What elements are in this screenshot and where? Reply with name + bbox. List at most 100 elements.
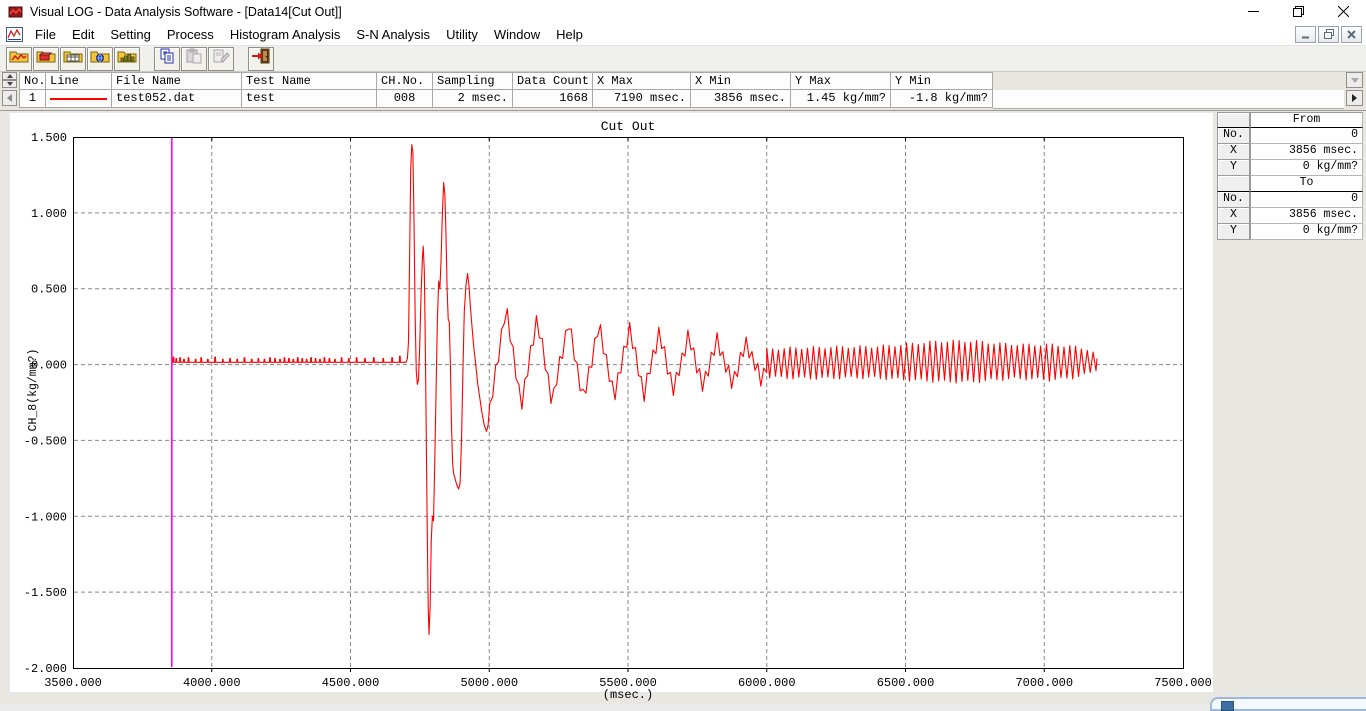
application-window: { "window": { "title": "Visual LOG - Dat… bbox=[0, 0, 1366, 704]
panel-empty-cell bbox=[1217, 176, 1250, 192]
mdi-close-button[interactable] bbox=[1341, 26, 1362, 43]
app-icon bbox=[8, 5, 24, 19]
panel-row: No.0 bbox=[1217, 192, 1363, 208]
cell-no: 1 bbox=[19, 90, 46, 108]
edit-icon bbox=[212, 48, 230, 69]
menu-item-window[interactable]: Window bbox=[486, 23, 548, 45]
panel-row: Y0 kg/mm? bbox=[1217, 160, 1363, 176]
caption-controls bbox=[1231, 0, 1366, 23]
cell-data-count: 1668 bbox=[513, 90, 593, 108]
background-window-icon bbox=[1221, 701, 1234, 711]
copy-button[interactable] bbox=[154, 47, 180, 71]
mdi-restore-button[interactable] bbox=[1318, 26, 1339, 43]
background-window-edge[interactable] bbox=[1210, 697, 1366, 711]
folder-globe-icon bbox=[90, 48, 110, 69]
panel-label-no: No. bbox=[1217, 128, 1250, 144]
x-axis-label: (msec.) bbox=[603, 688, 653, 702]
menu-item-histogram-analysis[interactable]: Histogram Analysis bbox=[222, 23, 349, 45]
panel-label-x: X bbox=[1217, 208, 1250, 224]
cut-out-chart[interactable]: Cut Out 3500.0004000.0004500.0005000.000… bbox=[0, 112, 1213, 704]
panel-label-no: No. bbox=[1217, 192, 1250, 208]
x-tick-label: 7000.000 bbox=[1015, 676, 1073, 690]
folder-box-icon bbox=[36, 48, 56, 69]
menu-item-file[interactable]: File bbox=[27, 23, 64, 45]
cell-sampling: 2 msec. bbox=[433, 90, 513, 108]
menu-item-edit[interactable]: Edit bbox=[64, 23, 102, 45]
table-row-extension bbox=[993, 90, 1344, 109]
column-header-no-: No. bbox=[19, 72, 46, 90]
panel-row: Y0 kg/mm? bbox=[1217, 224, 1363, 240]
exit-button[interactable] bbox=[248, 47, 274, 71]
y-tick-label: -2.000 bbox=[24, 662, 67, 676]
panel-value-to-x[interactable]: 3856 msec. bbox=[1250, 208, 1363, 224]
column-header-line: Line bbox=[46, 72, 112, 90]
menu-item-utility[interactable]: Utility bbox=[438, 23, 486, 45]
cursor-range-panel: FromNo.0X3856 msec.Y0 kg/mm?ToNo.0X3856 … bbox=[1217, 112, 1363, 240]
open-globe-button[interactable] bbox=[87, 47, 113, 71]
y-tick-label: -1.000 bbox=[24, 510, 67, 524]
restore-button[interactable] bbox=[1276, 0, 1321, 23]
panel-label-y: Y bbox=[1217, 160, 1250, 176]
x-tick-label: 3500.000 bbox=[44, 676, 102, 690]
column-header-x-min: X Min bbox=[691, 72, 791, 90]
x-tick-label: 4500.000 bbox=[322, 676, 380, 690]
column-header-ch-no-: CH.No. bbox=[377, 72, 433, 90]
chart-title: Cut Out bbox=[601, 119, 656, 134]
panel-row: X3856 msec. bbox=[1217, 144, 1363, 160]
window-title: Visual LOG - Data Analysis Software - [D… bbox=[30, 5, 342, 19]
scroll-down-button[interactable] bbox=[1346, 72, 1363, 88]
cell-x-max: 7190 msec. bbox=[593, 90, 691, 108]
scroll-left-button[interactable] bbox=[2, 90, 17, 106]
menu-item-help[interactable]: Help bbox=[548, 23, 591, 45]
panel-value-to-y[interactable]: 0 kg/mm? bbox=[1250, 224, 1363, 240]
panel-header-from: From bbox=[1250, 112, 1363, 128]
panel-value-from-no[interactable]: 0 bbox=[1250, 128, 1363, 144]
y-tick-label: -0.500 bbox=[24, 434, 67, 448]
table-row[interactable]: 1 test052.dattest0082 msec.16687190 msec.… bbox=[19, 90, 993, 108]
x-tick-label: 7500.000 bbox=[1154, 676, 1212, 690]
copy-icon bbox=[158, 48, 176, 69]
exit-door-icon bbox=[251, 48, 271, 69]
menu-item-process[interactable]: Process bbox=[159, 23, 222, 45]
column-header-test-name: Test Name bbox=[242, 72, 377, 90]
open-histogram-button[interactable] bbox=[114, 47, 140, 71]
open-box-button[interactable] bbox=[33, 47, 59, 71]
edit-button[interactable] bbox=[208, 47, 234, 71]
menu-item-setting[interactable]: Setting bbox=[102, 23, 158, 45]
panel-value-from-y[interactable]: 0 kg/mm? bbox=[1250, 160, 1363, 176]
y-tick-label: 1.000 bbox=[31, 207, 67, 221]
panel-label-x: X bbox=[1217, 144, 1250, 160]
column-header-x-max: X Max bbox=[593, 72, 691, 90]
cell-file-name: test052.dat bbox=[112, 90, 242, 108]
row-spin-down-button[interactable] bbox=[2, 80, 17, 88]
row-spin-up-button[interactable] bbox=[2, 72, 17, 80]
mdi-minimize-button[interactable] bbox=[1295, 26, 1316, 43]
paste-button[interactable] bbox=[181, 47, 207, 71]
cell-ch-no: 008 bbox=[377, 90, 433, 108]
open-table-button[interactable] bbox=[60, 47, 86, 71]
panel-section-to: To bbox=[1217, 176, 1363, 192]
minimize-button[interactable] bbox=[1231, 0, 1276, 23]
cell-test-name: test bbox=[242, 90, 377, 108]
scroll-right-button[interactable] bbox=[1346, 90, 1363, 106]
table-left-controls bbox=[2, 72, 18, 108]
document-icon[interactable] bbox=[6, 27, 23, 42]
panel-label-y: Y bbox=[1217, 224, 1250, 240]
column-header-data-count: Data Count bbox=[513, 72, 593, 90]
column-header-file-name: File Name bbox=[112, 72, 242, 90]
paste-icon bbox=[185, 48, 203, 69]
y-tick-label: 0.500 bbox=[31, 283, 67, 297]
series-line-swatch bbox=[50, 98, 107, 100]
table-header-row: No.LineFile NameTest NameCH.No.SamplingD… bbox=[19, 72, 993, 90]
toolbar bbox=[0, 46, 1366, 72]
panel-value-from-x[interactable]: 3856 msec. bbox=[1250, 144, 1363, 160]
panel-header-to: To bbox=[1250, 176, 1363, 192]
panel-value-to-no[interactable]: 0 bbox=[1250, 192, 1363, 208]
folder-histogram-icon bbox=[117, 48, 137, 69]
panel-section-from: From bbox=[1217, 112, 1363, 128]
cell-y-min: -1.8 kg/mm? bbox=[891, 90, 993, 108]
menu-item-s-n-analysis[interactable]: S-N Analysis bbox=[348, 23, 438, 45]
open-waveform-button[interactable] bbox=[6, 47, 32, 71]
column-header-sampling: Sampling bbox=[433, 72, 513, 90]
close-button[interactable] bbox=[1321, 0, 1366, 23]
